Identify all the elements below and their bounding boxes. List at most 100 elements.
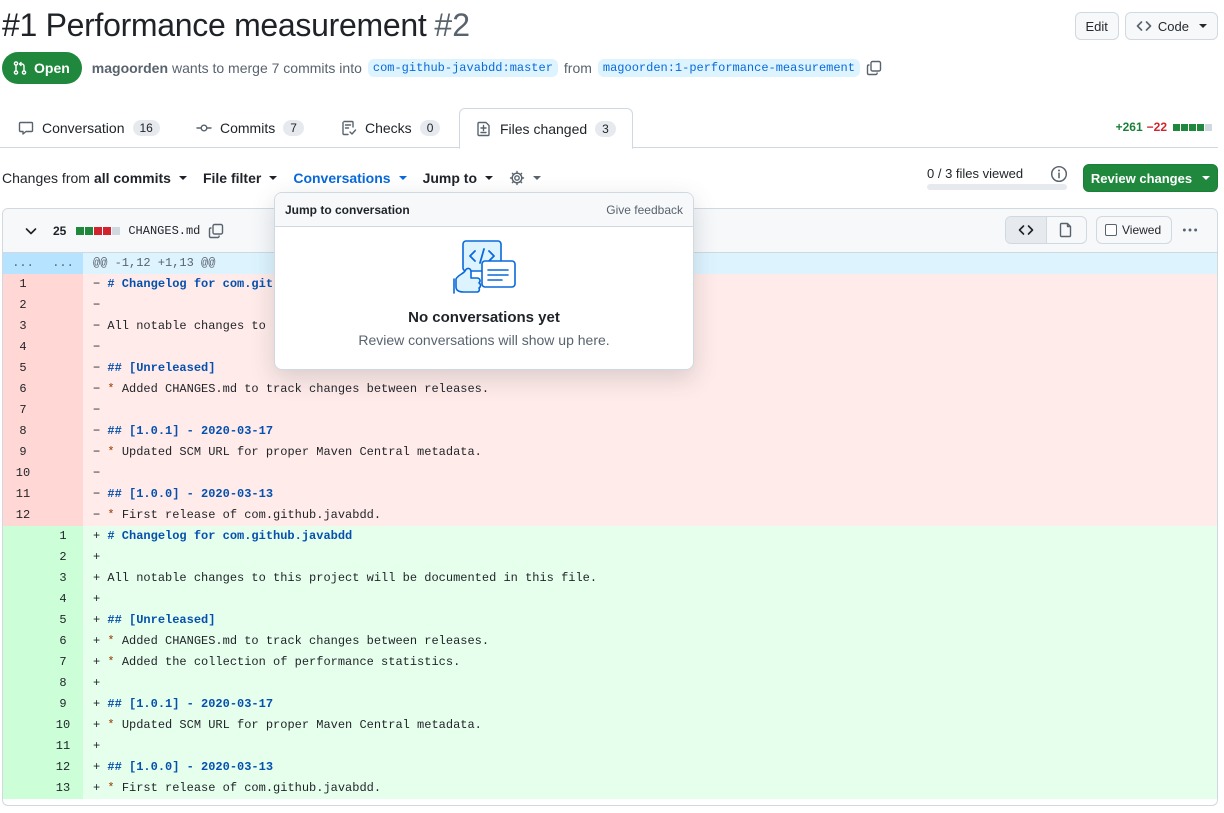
line-content: First release of com.github.javabdd. — [121, 781, 382, 795]
review-changes-button[interactable]: Review changes — [1083, 164, 1218, 192]
copy-icon[interactable] — [866, 60, 882, 76]
deletions-count: −22 — [1146, 120, 1167, 134]
old-line-number[interactable] — [3, 694, 43, 715]
tab-conversation[interactable]: Conversation 16 — [2, 108, 176, 148]
edit-button[interactable]: Edit — [1074, 12, 1119, 40]
new-line-number[interactable]: 10 — [43, 715, 83, 736]
old-line-number[interactable]: 5 — [3, 358, 43, 379]
new-line-number[interactable]: 8 — [43, 673, 83, 694]
old-line-number[interactable] — [3, 673, 43, 694]
diff-line: 10 − — [3, 463, 1217, 484]
rich-view-button[interactable] — [1047, 217, 1087, 243]
new-line-number[interactable] — [43, 463, 83, 484]
file-filter-dropdown[interactable]: File filter — [202, 170, 278, 186]
old-line-number[interactable]: 9 — [3, 442, 43, 463]
diff-line: 4 + — [3, 589, 1217, 610]
jump-to-dropdown[interactable]: Jump to — [423, 170, 494, 186]
diffstat-block — [1205, 123, 1212, 131]
new-line-number[interactable] — [43, 421, 83, 442]
old-line-number[interactable] — [3, 736, 43, 757]
list-bullet: * — [107, 655, 115, 669]
new-line-number[interactable] — [43, 337, 83, 358]
old-line-number[interactable]: 8 — [3, 421, 43, 442]
old-line-number[interactable] — [3, 631, 43, 652]
file-filter-label: File filter — [202, 170, 262, 186]
old-line-number[interactable] — [3, 589, 43, 610]
code-label: Code — [1157, 18, 1189, 34]
new-line-number[interactable]: 6 — [43, 631, 83, 652]
old-line-number[interactable]: 1 — [3, 274, 43, 295]
old-line-number[interactable]: 12 — [3, 505, 43, 526]
old-line-number[interactable] — [3, 652, 43, 673]
conversations-dropdown[interactable]: Conversations — [293, 170, 407, 186]
old-line-number[interactable]: 3 — [3, 316, 43, 337]
tab-files-changed[interactable]: Files changed 3 — [459, 108, 633, 149]
old-line-number[interactable] — [3, 778, 43, 799]
new-line-number[interactable]: 2 — [43, 547, 83, 568]
new-line-number[interactable] — [43, 274, 83, 295]
new-line-number[interactable]: 4 — [43, 589, 83, 610]
new-line-number[interactable]: 7 — [43, 652, 83, 673]
checkbox[interactable] — [1105, 224, 1117, 236]
base-branch[interactable]: com-github-javabdd:master — [367, 59, 558, 77]
new-line-number[interactable] — [43, 358, 83, 379]
diffstat-block — [112, 226, 121, 235]
new-line-number[interactable] — [43, 316, 83, 337]
new-line-number[interactable] — [43, 379, 83, 400]
tab-commits[interactable]: Commits 7 — [180, 108, 320, 148]
file-name[interactable]: CHANGES.md — [128, 224, 200, 238]
new-line-number[interactable]: 9 — [43, 694, 83, 715]
line-content: ## [Unreleased] — [107, 613, 216, 627]
diff-sign: + — [93, 571, 101, 585]
diff-settings-dropdown[interactable] — [509, 170, 542, 186]
new-line-number[interactable] — [43, 400, 83, 421]
old-line-number[interactable] — [3, 526, 43, 547]
new-line-number[interactable] — [43, 295, 83, 316]
changes-from-dropdown[interactable]: Changes from all commits — [2, 170, 187, 186]
viewed-checkbox[interactable]: Viewed — [1096, 216, 1172, 244]
new-line-number[interactable] — [43, 484, 83, 505]
expand-down-button[interactable]: ... — [43, 253, 83, 274]
new-line-number[interactable] — [43, 505, 83, 526]
old-line-number[interactable]: 10 — [3, 463, 43, 484]
old-line-number[interactable] — [3, 715, 43, 736]
old-line-number[interactable]: 11 — [3, 484, 43, 505]
old-line-number[interactable] — [3, 547, 43, 568]
diff-sign: + — [93, 676, 101, 690]
give-feedback-link[interactable]: Give feedback — [606, 203, 683, 217]
expand-up-button[interactable]: ... — [3, 253, 43, 274]
tab-label: Commits — [220, 120, 276, 136]
list-bullet: * — [107, 382, 115, 396]
new-line-number[interactable]: 13 — [43, 778, 83, 799]
code-icon — [1018, 225, 1034, 235]
copy-path-icon[interactable] — [208, 223, 224, 239]
source-view-button[interactable] — [1006, 217, 1047, 243]
old-line-number[interactable]: 4 — [3, 337, 43, 358]
new-line-number[interactable]: 1 — [43, 526, 83, 547]
code-button[interactable]: Code — [1124, 12, 1218, 40]
diff-sign: − — [93, 382, 101, 396]
old-line-number[interactable] — [3, 610, 43, 631]
new-line-number[interactable]: 11 — [43, 736, 83, 757]
diff-line: 7− — [3, 400, 1217, 421]
diff-line: 6 + * Added CHANGES.md to track changes b… — [3, 631, 1217, 652]
code-text: + * Added the collection of performance … — [83, 652, 1217, 673]
tab-checks[interactable]: Checks 0 — [325, 108, 456, 148]
old-line-number[interactable]: 7 — [3, 400, 43, 421]
new-line-number[interactable] — [43, 442, 83, 463]
new-line-number[interactable]: 5 — [43, 610, 83, 631]
line-content: First release of com.github.javabdd. — [121, 508, 382, 522]
author-link[interactable]: magoorden — [92, 60, 168, 76]
old-line-number[interactable]: 6 — [3, 379, 43, 400]
head-branch[interactable]: magoorden:1-performance-measurement — [597, 59, 860, 77]
old-line-number[interactable] — [3, 757, 43, 778]
old-line-number[interactable]: 2 — [3, 295, 43, 316]
new-line-number[interactable]: 12 — [43, 757, 83, 778]
diff-line: 6 − * Added CHANGES.md to track changes b… — [3, 379, 1217, 400]
new-line-number[interactable]: 3 — [43, 568, 83, 589]
info-icon[interactable] — [1050, 165, 1068, 183]
collapse-chevron-icon[interactable] — [23, 223, 39, 239]
diff-sign: − — [93, 403, 101, 417]
kebab-menu-icon[interactable] — [1181, 221, 1199, 239]
old-line-number[interactable] — [3, 568, 43, 589]
